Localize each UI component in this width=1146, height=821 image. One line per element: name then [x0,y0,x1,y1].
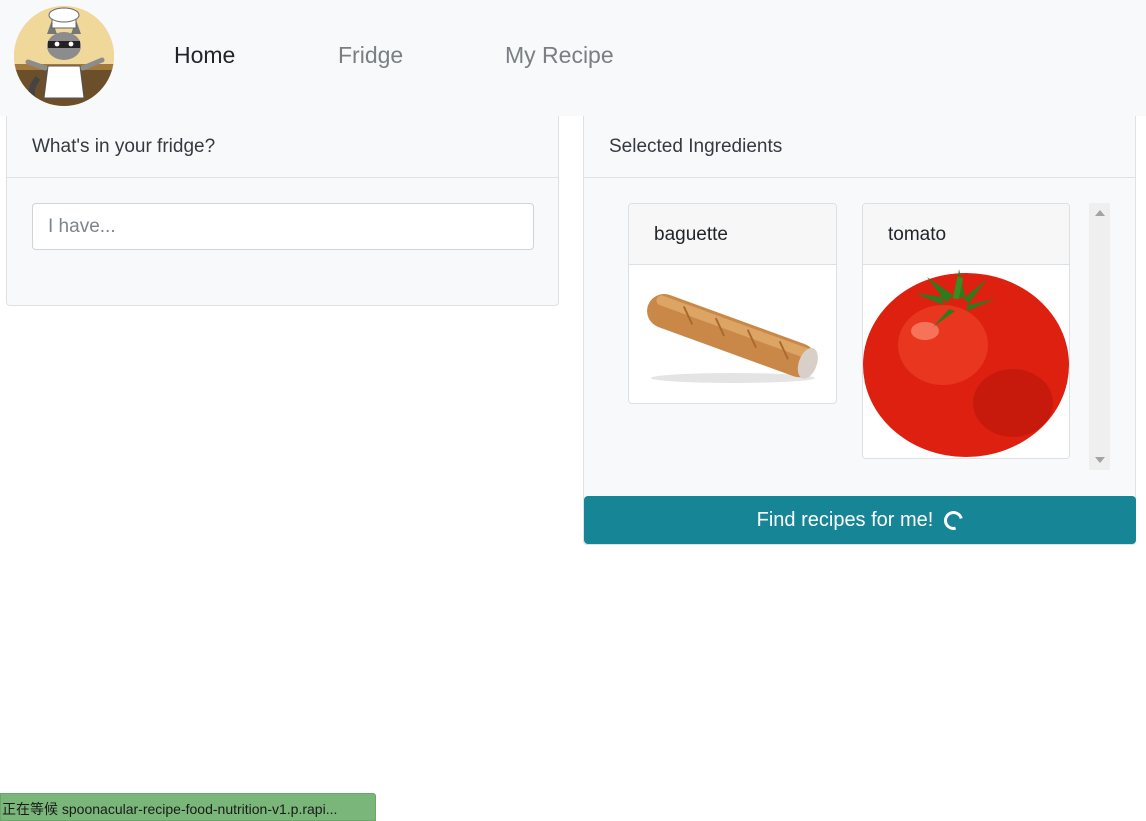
ingredient-name: tomato [863,204,1069,265]
scroll-up-arrow-icon[interactable] [1095,210,1105,216]
fridge-panel: What's in your fridge? [6,116,559,306]
raccoon-chef-logo[interactable] [14,6,114,106]
nav-home[interactable]: Home [174,42,235,69]
ingredient-card-tomato[interactable]: tomato [862,203,1070,459]
browser-status-bar: 正在等候 spoonacular-recipe-food-nutrition-v… [0,793,376,821]
fridge-panel-title: What's in your fridge? [7,116,558,178]
nav-my-recipe[interactable]: My Recipe [505,42,614,69]
loading-spinner-icon [940,507,967,533]
tomato-image [863,265,1069,458]
ingredients-scrollbar[interactable] [1089,203,1110,470]
nav-fridge[interactable]: Fridge [338,42,403,69]
ingredient-search-input[interactable] [32,203,534,250]
scroll-down-arrow-icon[interactable] [1095,457,1105,463]
ingredient-card-baguette[interactable]: baguette [628,203,837,404]
baguette-image [629,265,836,403]
navbar: Home Fridge My Recipe [0,0,1146,116]
selected-ingredients-panel: Selected Ingredients baguette tomato Fin… [583,116,1136,545]
ingredient-name: baguette [629,204,836,265]
selected-panel-title: Selected Ingredients [584,116,1135,178]
find-recipes-button[interactable]: Find recipes for me! [584,496,1136,544]
find-recipes-label: Find recipes for me! [756,508,934,531]
